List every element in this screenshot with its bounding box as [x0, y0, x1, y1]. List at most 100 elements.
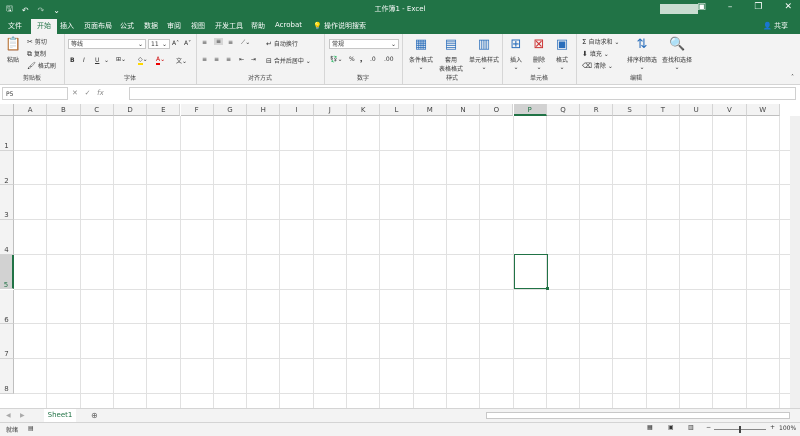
row-header[interactable]: 4 [0, 220, 14, 255]
merge-center-button[interactable]: ⊟ 合并后居中 ⌄ [266, 56, 311, 65]
delete-cells-button[interactable]: ⊠ 删除 ⌄ [529, 37, 549, 71]
shrink-font-button[interactable]: A˅ [184, 40, 191, 47]
ribbon-display-icon[interactable]: ▣ [697, 2, 706, 12]
column-header[interactable]: F [180, 104, 214, 116]
restore-icon[interactable]: ❐ [754, 2, 762, 12]
fill-button[interactable]: ⬇ 填充 ⌄ [582, 49, 609, 58]
decrease-decimal-button[interactable]: .00 [384, 56, 394, 63]
tab-help[interactable]: 帮助 [251, 21, 265, 31]
column-header[interactable]: S [613, 104, 647, 116]
phonetic-button[interactable]: 文⌄ [176, 56, 187, 65]
insert-function-button[interactable]: fx [97, 89, 104, 97]
next-sheet-icon[interactable]: ▶ [20, 412, 25, 419]
share-button[interactable]: 👤 共享 [763, 21, 788, 31]
tab-page-layout[interactable]: 页面布局 [84, 21, 112, 31]
accounting-format-button[interactable]: 💱⌄ [330, 56, 343, 63]
column-header[interactable]: V [713, 104, 747, 116]
name-box[interactable]: P5 [2, 87, 68, 100]
find-select-button[interactable]: 🔍 查找和选择 ⌄ [660, 37, 694, 71]
column-header[interactable]: G [213, 104, 248, 116]
tab-insert[interactable]: 插入 [60, 21, 74, 31]
tab-file[interactable]: 文件 [8, 21, 22, 31]
format-painter-button[interactable]: 🖌 格式刷 [27, 61, 56, 70]
align-left-button[interactable]: ≡ [202, 56, 207, 63]
column-header[interactable]: H [247, 104, 281, 116]
horizontal-scrollbar[interactable] [486, 412, 790, 419]
account-area[interactable] [660, 4, 698, 14]
format-cells-button[interactable]: ▣ 格式 ⌄ [552, 37, 572, 71]
column-header[interactable]: U [680, 104, 714, 116]
percent-style-button[interactable]: % [349, 56, 355, 63]
align-bottom-button[interactable]: ≡ [228, 39, 233, 46]
tab-acrobat[interactable]: Acrobat [275, 21, 302, 29]
bold-button[interactable]: B [70, 57, 75, 64]
row-header[interactable]: 2 [0, 150, 14, 186]
column-header[interactable]: J [313, 104, 347, 116]
column-header[interactable]: I [280, 104, 314, 116]
wrap-text-button[interactable]: ↵ 自动换行 [266, 39, 298, 48]
sort-filter-button[interactable]: ⇅ 排序和筛选 ⌄ [626, 37, 658, 71]
new-sheet-icon[interactable]: ⊕ [91, 411, 98, 420]
tab-formulas[interactable]: 公式 [120, 21, 134, 31]
font-color-button[interactable]: A⌄ [156, 56, 165, 65]
page-break-view-icon[interactable]: ▥ [688, 424, 694, 431]
select-all-button[interactable] [0, 104, 14, 116]
column-header[interactable]: R [580, 104, 614, 116]
underline-dropdown[interactable]: ⌄ [104, 57, 109, 64]
tab-developer[interactable]: 开发工具 [215, 21, 243, 31]
decrease-indent-button[interactable]: ⇤ [239, 56, 244, 63]
enter-icon[interactable]: ✓ [85, 89, 91, 97]
column-header[interactable]: N [446, 104, 481, 116]
column-header[interactable]: B [47, 104, 81, 116]
formula-input[interactable] [129, 87, 796, 100]
copy-button[interactable]: ⧉ 复制 [27, 49, 46, 59]
zoom-in-icon[interactable]: + [770, 424, 775, 431]
column-header[interactable]: T [646, 104, 680, 116]
collapse-ribbon-icon[interactable]: ˄ [791, 74, 794, 81]
align-top-button[interactable]: ≡ [202, 39, 207, 46]
orientation-button[interactable]: ⟋⌄ [241, 39, 250, 47]
column-header[interactable]: L [380, 104, 414, 116]
align-center-button[interactable]: ≡ [214, 56, 219, 63]
cell-styles-button[interactable]: ▥ 单元格样式 ⌄ [468, 37, 500, 71]
conditional-formatting-button[interactable]: ▦ 条件格式 ⌄ [406, 37, 436, 71]
clear-button[interactable]: ⌫ 清除 ⌄ [582, 61, 613, 70]
accessibility-icon[interactable]: ▤ [28, 425, 34, 432]
insert-cells-button[interactable]: ⊞ 插入 ⌄ [506, 37, 526, 71]
fill-handle[interactable] [546, 287, 549, 290]
close-icon[interactable]: ✕ [784, 2, 792, 12]
cut-button[interactable]: ✂ 剪切 [27, 37, 47, 46]
minimize-icon[interactable]: – [728, 2, 733, 12]
increase-indent-button[interactable]: ⇥ [251, 56, 256, 63]
paste-button[interactable]: 📋 粘贴 [4, 37, 22, 64]
font-size-combo[interactable]: 11 ⌄ [148, 39, 170, 49]
comma-style-button[interactable]: ❟ [360, 56, 362, 64]
increase-decimal-button[interactable]: .0 [370, 56, 376, 63]
row-header[interactable]: 3 [0, 185, 14, 221]
cancel-icon[interactable]: ✕ [72, 89, 78, 97]
autosum-button[interactable]: Σ 自动求和 ⌄ [582, 37, 619, 46]
zoom-slider-thumb[interactable] [739, 426, 741, 433]
align-middle-button[interactable]: ≡ [214, 38, 224, 45]
tab-view[interactable]: 视图 [191, 21, 205, 31]
borders-button[interactable]: ⊞⌄ [116, 56, 126, 63]
tell-me-search[interactable]: 💡 操作说明搜索 [313, 21, 366, 31]
row-header[interactable]: 6 [0, 289, 14, 325]
page-layout-view-icon[interactable]: ▣ [668, 424, 674, 431]
tab-data[interactable]: 数据 [144, 21, 158, 31]
column-header[interactable]: O [480, 104, 514, 116]
zoom-out-icon[interactable]: − [706, 424, 711, 431]
row-header[interactable]: 1 [0, 116, 14, 151]
italic-button[interactable]: I [83, 57, 85, 64]
worksheet-grid[interactable]: ABCDEFGHIJKLMNOPQRSTUVW 12345678 [0, 104, 800, 408]
align-right-button[interactable]: ≡ [226, 56, 231, 63]
column-header[interactable]: K [347, 104, 381, 116]
column-header[interactable]: A [14, 104, 48, 116]
underline-button[interactable]: U [95, 57, 99, 64]
column-header[interactable]: E [147, 104, 181, 116]
fill-color-button[interactable]: ◇⌄ [138, 56, 148, 65]
row-header[interactable]: 8 [0, 358, 14, 394]
row-header[interactable]: 7 [0, 324, 14, 359]
column-header[interactable]: D [113, 104, 148, 116]
row-header[interactable]: 5 [0, 254, 14, 290]
